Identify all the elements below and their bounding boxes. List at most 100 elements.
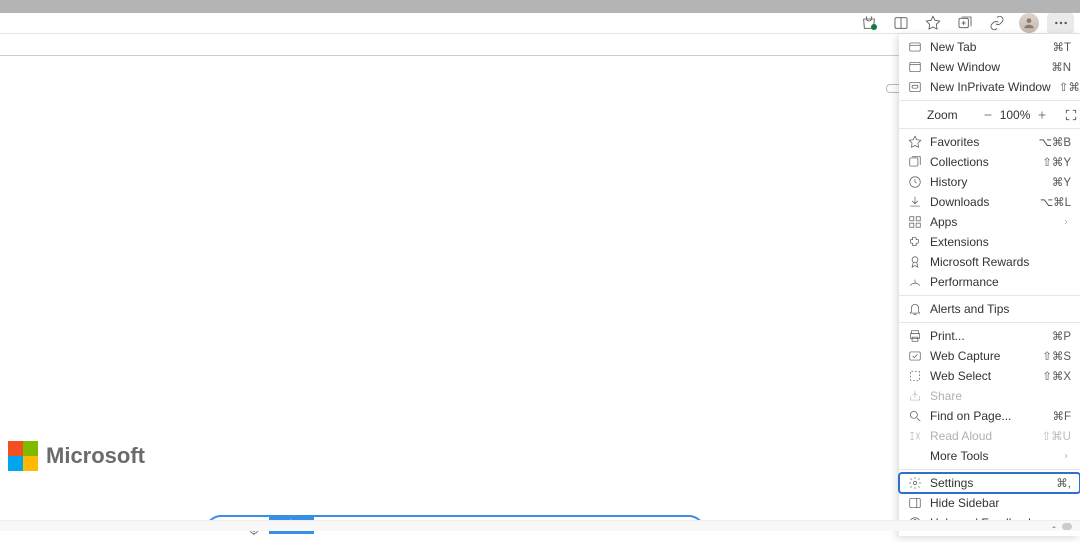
collections-icon[interactable] xyxy=(951,13,978,34)
menu-shortcut: ⌘F xyxy=(1052,409,1071,423)
zoom-label: Zoom xyxy=(927,108,958,122)
favorites-star-icon[interactable] xyxy=(919,13,946,34)
menu-label: Settings xyxy=(930,476,1048,490)
scrollbar-thumb[interactable] xyxy=(1062,523,1072,530)
menu-label: New InPrivate Window xyxy=(930,80,1051,94)
split-screen-icon[interactable] xyxy=(887,13,914,34)
search-icon xyxy=(908,409,922,423)
menu-label: Extensions xyxy=(930,235,1071,249)
chevron-right-icon xyxy=(1061,218,1071,226)
microsoft-logo-text: Microsoft xyxy=(46,443,145,469)
select-icon xyxy=(908,369,922,383)
menu-favorites[interactable]: Favorites ⌥⌘B xyxy=(899,132,1080,152)
menu-separator xyxy=(899,469,1080,470)
menu-separator xyxy=(899,295,1080,296)
zoom-value: 100% xyxy=(1000,108,1031,122)
star-icon xyxy=(908,135,922,149)
gear-icon xyxy=(908,476,922,490)
inprivate-icon xyxy=(908,80,922,94)
menu-label: New Window xyxy=(930,60,1043,74)
collections-icon xyxy=(908,155,922,169)
fullscreen-button[interactable] xyxy=(1064,106,1078,124)
menu-share: Share xyxy=(899,386,1080,406)
menu-shortcut: ⌘, xyxy=(1056,476,1071,490)
menu-more-tools[interactable]: More Tools xyxy=(899,446,1080,466)
menu-new-tab[interactable]: New Tab ⌘T xyxy=(899,37,1080,57)
menu-label: Read Aloud xyxy=(930,429,1034,443)
menu-performance[interactable]: Performance xyxy=(899,272,1080,292)
blank-icon xyxy=(908,449,922,463)
menu-new-window[interactable]: New Window ⌘N xyxy=(899,57,1080,77)
menu-label: Find on Page... xyxy=(930,409,1044,423)
menu-shortcut: ⌘Y xyxy=(1052,175,1071,189)
menu-shortcut: ⌘T xyxy=(1052,40,1071,54)
performance-icon xyxy=(908,275,922,289)
capture-icon xyxy=(908,349,922,363)
menu-shortcut: ⇧⌘U xyxy=(1042,429,1071,443)
menu-history[interactable]: History ⌘Y xyxy=(899,172,1080,192)
browser-toolbar xyxy=(0,13,1080,34)
menu-label: More Tools xyxy=(930,449,1053,463)
menu-web-select[interactable]: Web Select ⇧⌘X xyxy=(899,366,1080,386)
menu-label: Performance xyxy=(930,275,1071,289)
bell-icon xyxy=(908,302,922,316)
menu-label: Alerts and Tips xyxy=(930,302,1071,316)
menu-find[interactable]: Find on Page... ⌘F xyxy=(899,406,1080,426)
zoom-out-button[interactable] xyxy=(982,107,994,123)
share-icon xyxy=(908,389,922,403)
menu-label: History xyxy=(930,175,1044,189)
menu-alerts[interactable]: Alerts and Tips xyxy=(899,299,1080,319)
apps-icon xyxy=(908,215,922,229)
share-link-icon[interactable] xyxy=(983,13,1010,34)
menu-rewards[interactable]: Microsoft Rewards xyxy=(899,252,1080,272)
menu-shortcut: ⌥⌘B xyxy=(1039,135,1071,149)
menu-new-inprivate[interactable]: New InPrivate Window ⇧⌘N xyxy=(899,77,1080,97)
more-menu-button[interactable] xyxy=(1047,13,1074,34)
menu-label: Collections xyxy=(930,155,1034,169)
chevron-right-icon xyxy=(1061,452,1071,460)
menu-label: Hide Sidebar xyxy=(930,496,1071,510)
menu-label: Web Capture xyxy=(930,349,1034,363)
menu-separator xyxy=(899,100,1080,101)
zoom-in-button[interactable] xyxy=(1036,107,1048,123)
menu-shortcut: ⇧⌘X xyxy=(1042,369,1071,383)
menu-zoom: Zoom 100% xyxy=(899,104,1080,125)
menu-web-capture[interactable]: Web Capture ⇧⌘S xyxy=(899,346,1080,366)
menu-shortcut: ⇧⌘N xyxy=(1059,80,1080,94)
menu-shortcut: ⌥⌘L xyxy=(1040,195,1071,209)
menu-shortcut: ⌘N xyxy=(1051,60,1071,74)
rewards-icon xyxy=(908,255,922,269)
menu-extensions[interactable]: Extensions xyxy=(899,232,1080,252)
menu-print[interactable]: Print... ⌘P xyxy=(899,326,1080,346)
read-aloud-icon xyxy=(908,429,922,443)
menu-label: Apps xyxy=(930,215,1053,229)
menu-label: Web Select xyxy=(930,369,1034,383)
menu-settings[interactable]: Settings ⌘, xyxy=(899,473,1080,493)
microsoft-logo[interactable]: Microsoft xyxy=(8,441,145,471)
menu-apps[interactable]: Apps xyxy=(899,212,1080,232)
menu-label: Downloads xyxy=(930,195,1032,209)
menu-shortcut: ⇧⌘S xyxy=(1042,349,1071,363)
scroll-arrow-icon[interactable] xyxy=(1049,521,1059,532)
menu-label: Microsoft Rewards xyxy=(930,255,1071,269)
profile-avatar[interactable] xyxy=(1015,13,1042,34)
window-icon xyxy=(908,60,922,74)
microsoft-logo-icon xyxy=(8,441,38,471)
print-icon xyxy=(908,329,922,343)
shopping-icon[interactable] xyxy=(855,13,882,34)
settings-menu: New Tab ⌘T New Window ⌘N New InPrivate W… xyxy=(899,34,1080,536)
menu-collections[interactable]: Collections ⇧⌘Y xyxy=(899,152,1080,172)
menu-label: New Tab xyxy=(930,40,1044,54)
menu-downloads[interactable]: Downloads ⌥⌘L xyxy=(899,192,1080,212)
menu-label: Print... xyxy=(930,329,1044,343)
history-icon xyxy=(908,175,922,189)
menu-hide-sidebar[interactable]: Hide Sidebar xyxy=(899,493,1080,513)
menu-read-aloud: Read Aloud ⇧⌘U xyxy=(899,426,1080,446)
menu-separator xyxy=(899,322,1080,323)
download-icon xyxy=(908,195,922,209)
menu-label: Favorites xyxy=(930,135,1031,149)
tab-icon xyxy=(908,40,922,54)
window-chrome xyxy=(0,0,1080,13)
menu-shortcut: ⌘P xyxy=(1052,329,1071,343)
horizontal-scrollbar[interactable] xyxy=(0,520,1080,531)
